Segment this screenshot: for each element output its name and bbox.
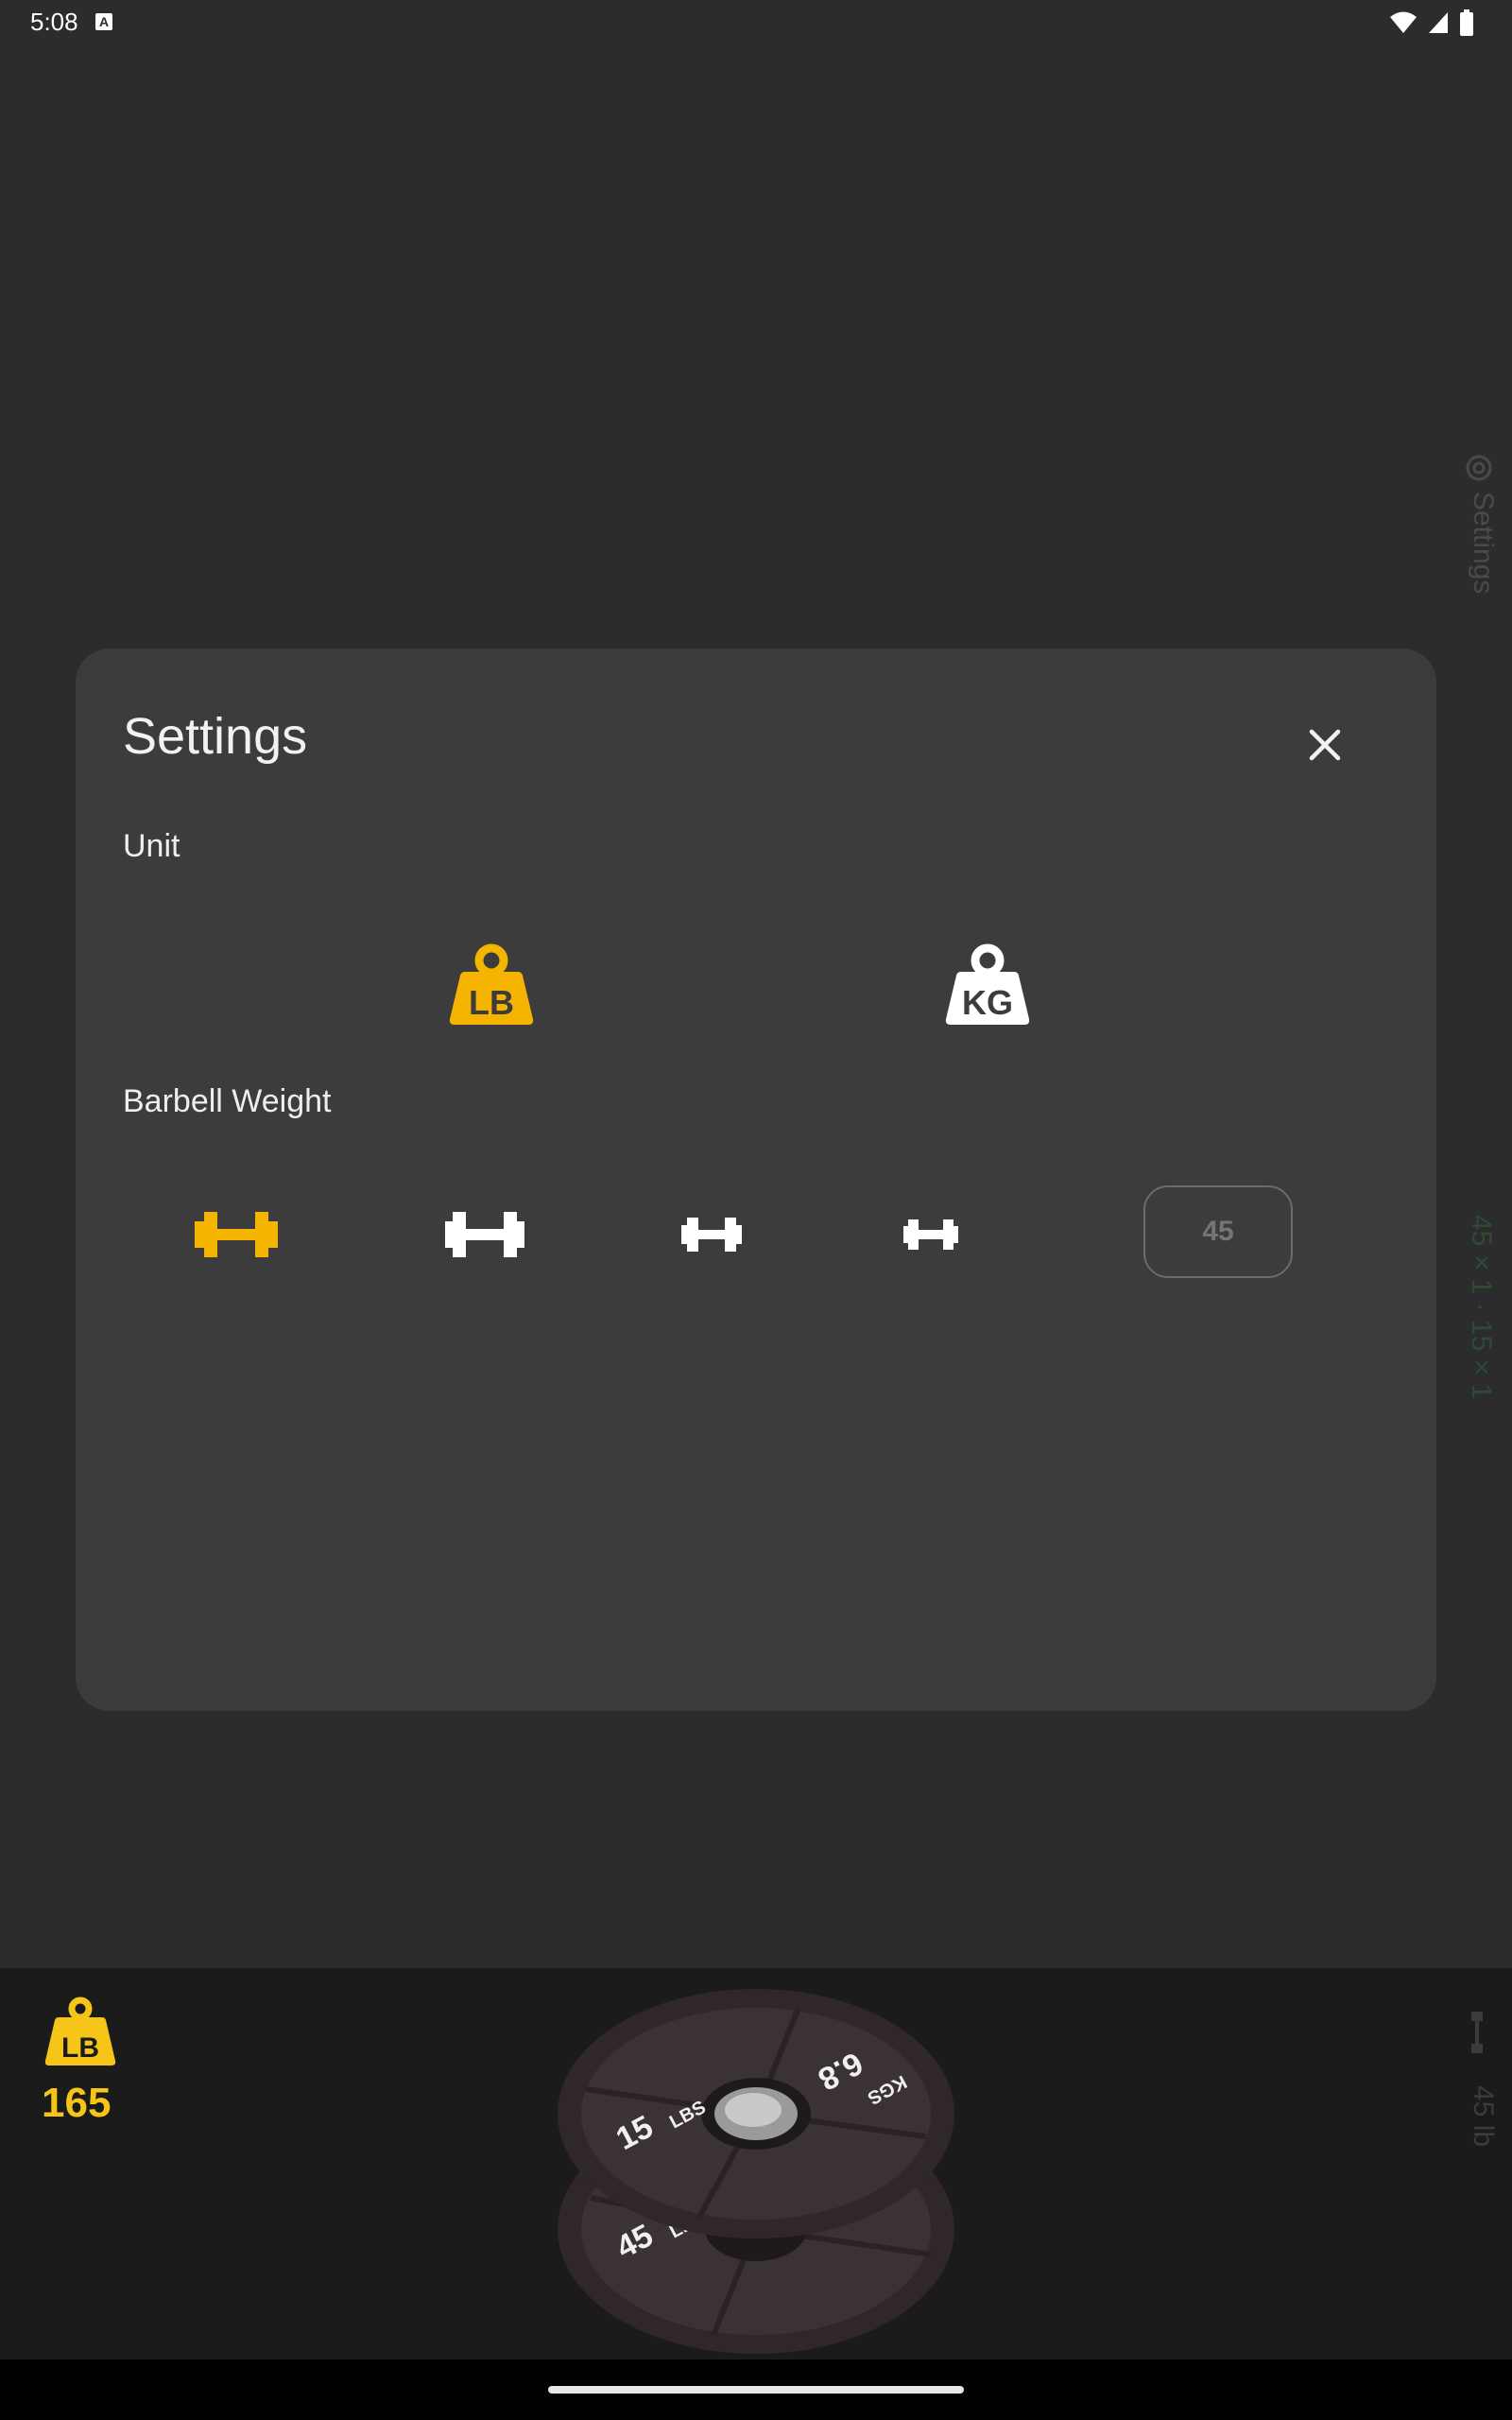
unit-option-kg[interactable]: KG [931, 932, 1044, 1046]
signal-icon [1429, 12, 1448, 33]
side-plates-label: 45 × 1 · 15 × 1 [1466, 1215, 1497, 1400]
barbell-option-4[interactable] [893, 1187, 969, 1282]
plate-stack[interactable]: 45 LBS 15 LBS 6.8 KGS [553, 1985, 959, 2363]
barbell-option-2[interactable] [438, 1187, 532, 1282]
side-barbell-icon[interactable] [1463, 2012, 1491, 2053]
status-icons [1389, 9, 1474, 36]
dialog-title: Settings [123, 708, 308, 765]
side-gear-icon[interactable] [1455, 444, 1503, 492]
wifi-icon [1390, 11, 1417, 33]
status-time: 5:08 [30, 8, 78, 36]
total-unit-label: LB [61, 2032, 99, 2064]
total-weight-value: 165 [42, 2080, 112, 2126]
unit-section-label: Unit [123, 828, 180, 864]
barbell-section-label: Barbell Weight [123, 1083, 332, 1119]
side-settings-label[interactable]: Settings [1467, 492, 1499, 594]
unit-option-lb[interactable]: LB [435, 932, 548, 1046]
weight-kg-icon: KG [945, 943, 1030, 1025]
unit-lb-label: LB [469, 983, 514, 1022]
barbell-large-icon [195, 1212, 278, 1257]
unit-kg-label: KG [962, 983, 1013, 1022]
close-icon [1309, 729, 1341, 761]
notification-icon: A [95, 13, 112, 30]
barbell-small-icon [903, 1219, 958, 1250]
barbell-medium-icon [681, 1218, 742, 1252]
custom-barbell-weight-input[interactable] [1143, 1185, 1293, 1278]
weight-lb-icon: LB [449, 943, 534, 1025]
barbell-large-icon [445, 1212, 524, 1257]
barbell-option-3[interactable] [669, 1187, 754, 1282]
plate-15: 15 LBS 6.8 KGS [558, 1989, 954, 2238]
close-button[interactable] [1295, 715, 1355, 775]
settings-dialog: Settings Unit LB KG Barbell Weight [76, 648, 1436, 1711]
barbell-option-1[interactable] [189, 1187, 284, 1282]
total-weight-icon: LB [44, 1996, 116, 2066]
battery-icon [1460, 9, 1473, 36]
home-gesture-handle[interactable] [548, 2386, 964, 2394]
side-bar-weight-label: 45 lb [1468, 2085, 1499, 2148]
status-bar: 5:08 A [0, 0, 1512, 47]
